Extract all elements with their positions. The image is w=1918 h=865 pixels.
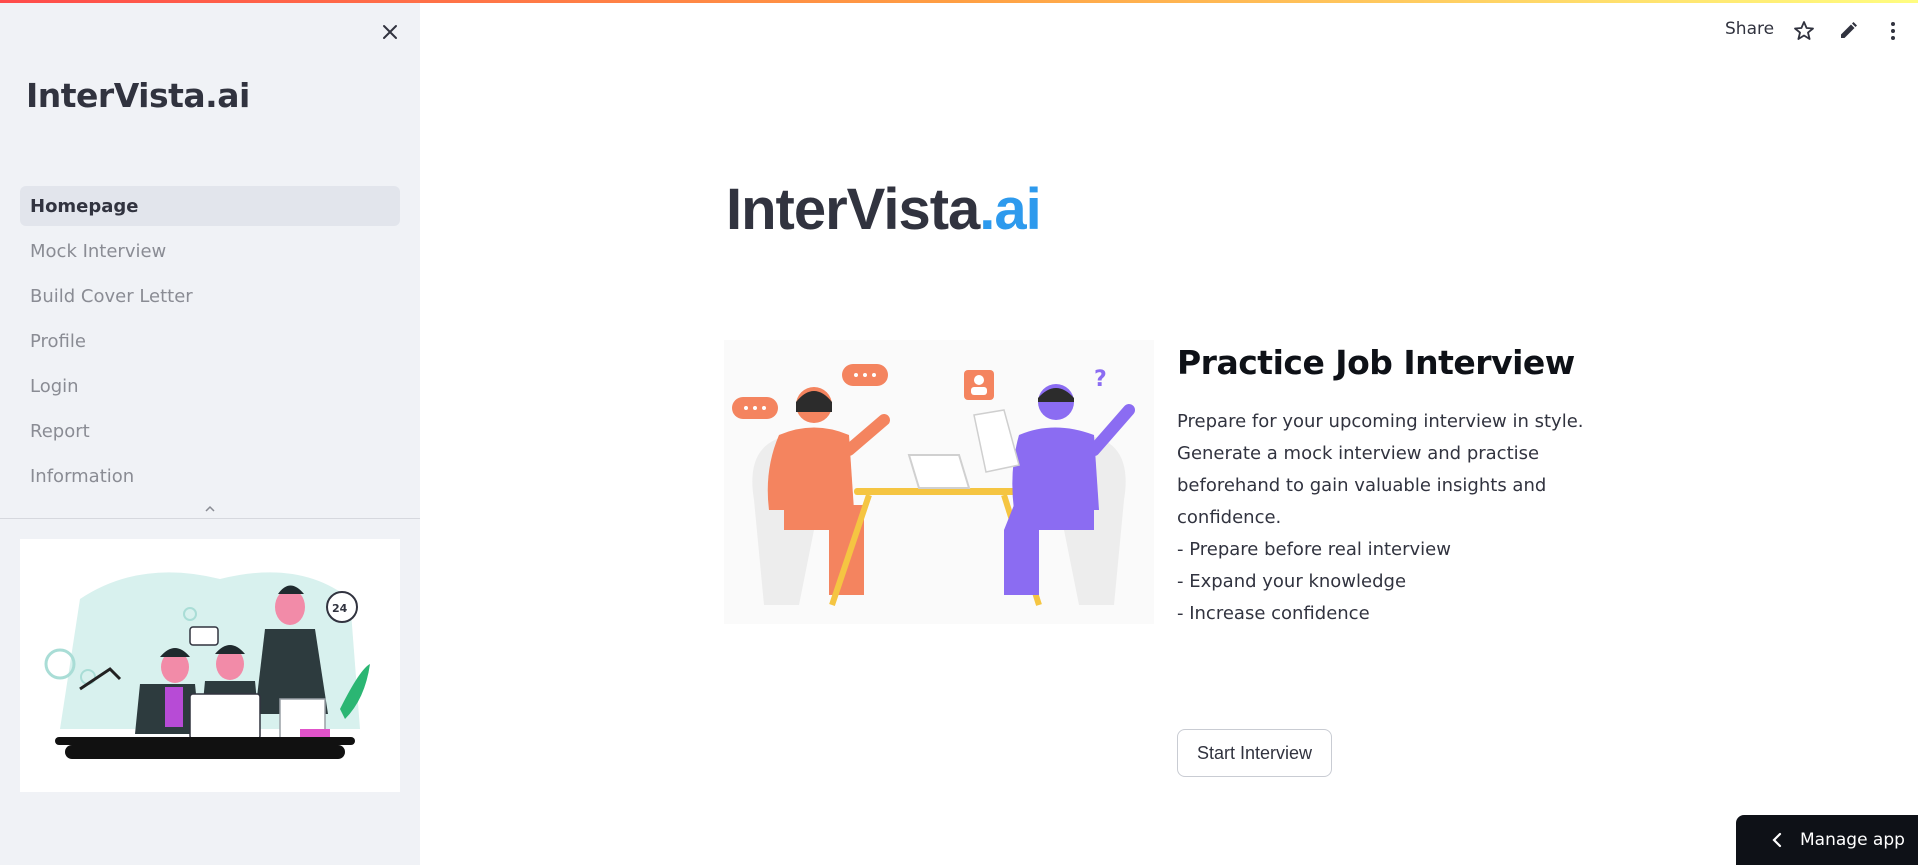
svg-text:24: 24 [332,602,348,615]
chevron-up-icon[interactable] [202,500,218,512]
section-description: Prepare for your upcoming interview in s… [1177,406,1584,630]
top-decoration-bar [0,0,1918,3]
section-title: Practice Job Interview [1177,343,1575,382]
manage-app-button[interactable]: Manage app [1736,815,1918,865]
description-line: Prepare for your upcoming interview in s… [1177,411,1584,432]
page-title: InterVista.ai [726,176,1042,243]
sidebar-brand: InterVista.ai [26,76,250,115]
sidebar-item-information[interactable]: Information [20,456,400,496]
close-icon[interactable] [378,20,402,44]
sidebar: InterVista.ai Homepage Mock Interview Bu… [0,0,420,865]
bullet-item: - Prepare before real interview [1177,539,1451,560]
pencil-icon[interactable] [1836,19,1860,43]
bullet-item: - Expand your knowledge [1177,571,1407,592]
share-button[interactable]: Share [1725,19,1774,39]
sidebar-item-homepage[interactable]: Homepage [20,186,400,226]
interview-illustration: ? [724,340,1154,624]
description-line: Generate a mock interview and practise [1177,443,1540,464]
sidebar-item-build-cover-letter[interactable]: Build Cover Letter [20,276,400,316]
team-office-illustration: 24 [20,539,400,792]
manage-app-label: Manage app [1800,830,1905,850]
svg-text:?: ? [1094,367,1107,392]
bullet-item: - Increase confidence [1177,603,1370,624]
title-accent: .ai [979,177,1041,242]
chevron-left-icon [1770,831,1784,849]
more-vertical-icon[interactable] [1881,19,1905,43]
title-main: InterVista [726,177,980,242]
sidebar-nav: Homepage Mock Interview Build Cover Lett… [20,186,400,501]
sidebar-item-profile[interactable]: Profile [20,321,400,361]
sidebar-item-mock-interview[interactable]: Mock Interview [20,231,400,271]
description-line: beforehand to gain valuable insights and [1177,475,1547,496]
description-line: confidence. [1177,507,1282,528]
star-icon[interactable] [1792,19,1816,43]
sidebar-item-report[interactable]: Report [20,411,400,451]
sidebar-divider [0,518,420,519]
sidebar-item-login[interactable]: Login [20,366,400,406]
start-interview-button[interactable]: Start Interview [1177,729,1332,777]
